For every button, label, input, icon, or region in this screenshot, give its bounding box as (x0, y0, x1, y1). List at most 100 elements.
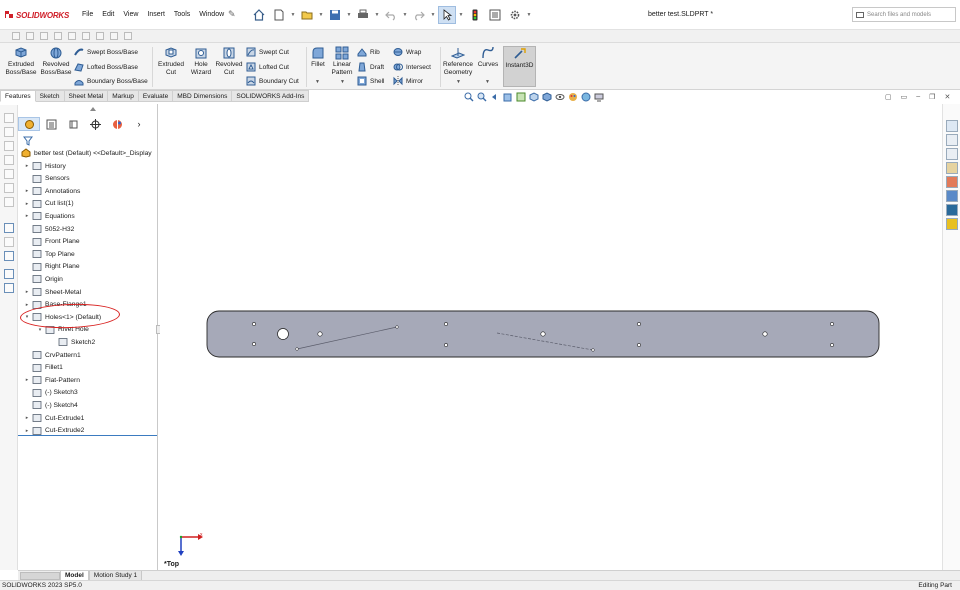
previous-view-icon[interactable] (490, 92, 500, 102)
chevron-down-icon[interactable]: ▼ (456, 79, 461, 85)
collapsed-arrow-icon[interactable]: ▸ (22, 377, 32, 383)
menu-insert[interactable]: Insert (147, 11, 165, 18)
shortcut-icon[interactable] (4, 183, 14, 193)
tree-item[interactable]: Fillet1 (22, 362, 63, 374)
menu-tools[interactable]: Tools (174, 11, 190, 18)
shortcut-icon[interactable] (4, 169, 14, 179)
tab-model[interactable]: Model (60, 570, 89, 581)
rivet-hole[interactable] (444, 343, 448, 347)
home-icon[interactable] (250, 6, 268, 24)
tree-item[interactable]: ▸ History (22, 160, 66, 172)
revolved-boss-button[interactable]: Revolved Boss/Base (40, 46, 72, 87)
mirror-button[interactable]: Mirror (393, 75, 423, 87)
appearances-icon[interactable] (946, 176, 958, 188)
draft-button[interactable]: Draft (357, 61, 384, 73)
tree-item[interactable]: Sensors (22, 173, 70, 185)
graphics-area[interactable]: x (160, 104, 942, 570)
view-orientation-icon[interactable] (529, 92, 539, 102)
chevron-down-icon[interactable]: ▼ (430, 12, 436, 18)
tab-mbd-dimensions[interactable]: MBD Dimensions (173, 90, 233, 102)
undo-icon[interactable] (382, 6, 400, 24)
rivet-hole[interactable] (762, 331, 768, 337)
tab-motion-study[interactable]: Motion Study 1 (88, 570, 143, 581)
tree-item[interactable]: Top Plane (22, 248, 75, 260)
rivet-hole[interactable] (252, 322, 256, 326)
rollback-bar[interactable] (18, 435, 157, 436)
lofted-cut-button[interactable]: Lofted Cut (246, 61, 289, 73)
configuration-manager-tab-icon[interactable] (62, 117, 84, 131)
tree-item[interactable]: 5052-H32 (22, 223, 74, 235)
print-icon[interactable] (354, 6, 372, 24)
file-explorer-icon[interactable] (946, 148, 958, 160)
collapsed-arrow-icon[interactable]: ▸ (22, 163, 32, 169)
pin-icon[interactable]: ✎ (228, 9, 236, 20)
tab-sheet-metal[interactable]: Sheet Metal (64, 90, 109, 102)
sketch-point[interactable] (295, 347, 299, 351)
shortcut-icon[interactable] (4, 223, 14, 233)
redo-icon[interactable] (410, 6, 428, 24)
chevron-down-icon[interactable]: ▼ (315, 79, 320, 85)
file-properties-icon[interactable] (486, 6, 504, 24)
dimxpert-manager-tab-icon[interactable] (84, 117, 106, 131)
rib-button[interactable]: Rib (357, 46, 380, 58)
tree-item[interactable]: (-) Sketch4 (22, 399, 78, 411)
collapsed-arrow-icon[interactable]: ▸ (22, 188, 32, 194)
tab-scroll-arrows[interactable] (20, 571, 60, 580)
chevron-down-icon[interactable]: ▼ (340, 79, 345, 85)
display-manager-tab-icon[interactable] (106, 117, 128, 131)
tree-item[interactable]: (-) Sketch3 (22, 387, 78, 399)
filter-icon[interactable] (23, 136, 33, 146)
save-icon[interactable] (326, 6, 344, 24)
tree-collapse-icon[interactable] (90, 107, 96, 111)
chevron-down-icon[interactable]: ▼ (402, 12, 408, 18)
tree-root[interactable]: better test (Default) <<Default>_Display (21, 147, 152, 159)
shortcut-icon[interactable] (4, 197, 14, 207)
lofted-boss-button[interactable]: Lofted Boss/Base (74, 61, 138, 73)
chevron-down-icon[interactable]: ▼ (458, 12, 464, 18)
boundary-boss-button[interactable]: Boundary Boss/Base (74, 75, 148, 87)
section-view-icon[interactable] (503, 92, 513, 102)
chevron-right-icon[interactable]: › (128, 117, 150, 131)
select-arrow-icon[interactable] (438, 6, 456, 24)
solidworks-resources-icon[interactable] (946, 120, 958, 132)
shortcut-icon[interactable] (4, 237, 14, 247)
shortcut-icon[interactable] (4, 269, 14, 279)
extruded-cut-button[interactable]: Extruded Cut (155, 46, 187, 87)
tree-item[interactable]: ▸ Cut list(1) (22, 198, 74, 210)
rivet-hole[interactable] (540, 331, 546, 337)
design-library-icon[interactable] (946, 134, 958, 146)
tab-sketch[interactable]: Sketch (35, 90, 65, 102)
swept-cut-button[interactable]: Swept Cut (246, 46, 289, 58)
chevron-down-icon[interactable]: ▼ (485, 79, 490, 85)
zoom-area-icon[interactable] (477, 92, 487, 102)
traffic-light-icon[interactable] (466, 6, 484, 24)
menu-window[interactable]: Window (199, 11, 224, 18)
collapsed-arrow-icon[interactable]: ▸ (22, 213, 32, 219)
large-hole[interactable] (277, 328, 289, 340)
shortcut-icon[interactable] (4, 283, 14, 293)
display-style-icon[interactable] (542, 92, 552, 102)
tree-item[interactable]: ▸ Cut-Extrude1 (22, 412, 84, 424)
shortcut-icon[interactable] (4, 113, 14, 123)
rivet-hole[interactable] (830, 343, 834, 347)
solidworks-logo[interactable]: SOLIDWORKS (4, 10, 69, 20)
tab-evaluate[interactable]: Evaluate (138, 90, 174, 102)
property-manager-tab-icon[interactable] (40, 117, 62, 131)
revolved-cut-button[interactable]: Revolved Cut (214, 46, 244, 87)
custom-properties-icon[interactable] (946, 190, 958, 202)
chevron-down-icon[interactable]: ▼ (318, 12, 324, 18)
chevron-down-icon[interactable]: ▼ (374, 12, 380, 18)
rivet-hole[interactable] (317, 331, 323, 337)
restore-viewport-icon[interactable]: ▢ (885, 93, 892, 101)
tree-item[interactable]: ▸ Sheet-Metal (22, 286, 81, 298)
collapsed-arrow-icon[interactable]: ▸ (22, 302, 32, 308)
options-gear-icon[interactable] (506, 6, 524, 24)
collapsed-arrow-icon[interactable]: ▸ (22, 428, 32, 434)
tab-markup[interactable]: Markup (108, 90, 139, 102)
menu-edit[interactable]: Edit (102, 11, 114, 18)
apply-scene-icon[interactable] (581, 92, 591, 102)
shortcut-icon[interactable] (4, 127, 14, 137)
search-scope-icon[interactable] (856, 11, 864, 19)
shell-button[interactable]: Shell (357, 75, 384, 87)
shortcut-icon[interactable] (4, 251, 14, 261)
